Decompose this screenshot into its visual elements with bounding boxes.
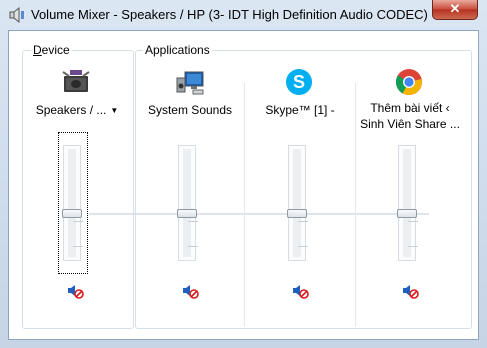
skype-icon: S <box>283 66 315 98</box>
system-sounds-volume-slider[interactable] <box>177 209 197 218</box>
svg-text:S: S <box>293 72 305 92</box>
skype-volume-track[interactable] <box>288 145 308 261</box>
device-group-label: Device <box>31 43 72 57</box>
volume-mixer-icon <box>9 6 25 24</box>
speakers-icon <box>60 66 92 98</box>
mixer-client-area: Device Applications Speakers / ... ▼ Sys… <box>8 30 479 340</box>
chrome-label: Thêm bài viết ‹ Sinh Viên Share ... <box>360 101 460 131</box>
muted-speaker-icon <box>68 285 84 299</box>
muted-speaker-icon <box>183 285 199 299</box>
skype-label: Skype™ [1] - <box>265 103 335 117</box>
chrome-volume-track[interactable] <box>398 145 418 261</box>
chrome-icon <box>393 66 425 98</box>
device-volume-track[interactable] <box>63 145 83 261</box>
channel-separator <box>244 83 245 327</box>
device-dropdown[interactable]: Speakers / ... ▼ <box>22 102 132 119</box>
system-sounds-icon <box>173 66 205 98</box>
muted-speaker-icon <box>403 285 419 299</box>
title-bar[interactable]: Volume Mixer - Speakers / HP (3- IDT Hig… <box>0 0 487 30</box>
device-volume-slider[interactable] <box>62 209 82 218</box>
close-button[interactable]: ✕ <box>432 0 478 20</box>
chrome-mute-button[interactable] <box>402 283 420 299</box>
volume-mixer-window: Volume Mixer - Speakers / HP (3- IDT Hig… <box>0 0 487 348</box>
muted-speaker-icon <box>293 285 309 299</box>
skype-mute-button[interactable] <box>292 283 310 299</box>
system-sounds-mute-button[interactable] <box>182 283 200 299</box>
chevron-down-icon: ▼ <box>110 105 119 115</box>
system-sounds-label: System Sounds <box>147 103 233 117</box>
chrome-volume-slider[interactable] <box>397 209 417 218</box>
device-mute-button[interactable] <box>67 283 85 299</box>
system-sounds-volume-track[interactable] <box>178 145 198 261</box>
applications-group-label: Applications <box>143 43 212 57</box>
skype-volume-slider[interactable] <box>287 209 307 218</box>
close-icon: ✕ <box>449 1 461 16</box>
window-title: Volume Mixer - Speakers / HP (3- IDT Hig… <box>31 7 428 22</box>
